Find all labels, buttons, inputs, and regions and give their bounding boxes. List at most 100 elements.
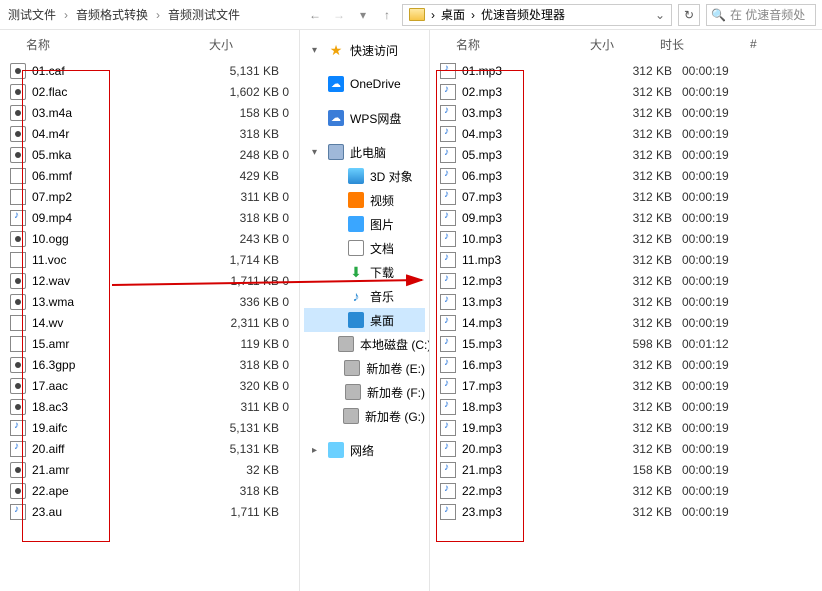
- address-input[interactable]: › 桌面 › 优速音频处理器 ⌄: [402, 4, 672, 26]
- file-row[interactable]: 16.3gpp 318 KB 0: [10, 354, 289, 375]
- file-icon: [10, 252, 26, 268]
- tree-item-下载[interactable]: ⬇ 下载: [304, 260, 425, 284]
- tree-item-新加卷 (G:)[interactable]: 新加卷 (G:): [304, 404, 425, 428]
- file-row[interactable]: 23.au 1,711 KB: [10, 501, 289, 522]
- file-row[interactable]: 11.mp3 312 KB 00:00:19: [440, 249, 812, 270]
- file-row[interactable]: 20.aiff 5,131 KB: [10, 438, 289, 459]
- refresh-button[interactable]: ↻: [678, 4, 700, 26]
- file-row[interactable]: 04.mp3 312 KB 00:00:19: [440, 123, 812, 144]
- tree-item-图片[interactable]: 图片: [304, 212, 425, 236]
- col-size[interactable]: 大小: [590, 36, 660, 53]
- tree-item-文档[interactable]: 文档: [304, 236, 425, 260]
- forward-button[interactable]: →: [330, 6, 348, 24]
- file-extra: 0: [279, 211, 289, 225]
- file-row[interactable]: 14.mp3 312 KB 00:00:19: [440, 312, 812, 333]
- file-row[interactable]: 17.aac 320 KB 0: [10, 375, 289, 396]
- file-name: 20.mp3: [462, 442, 592, 456]
- file-row[interactable]: 03.m4a 158 KB 0: [10, 102, 289, 123]
- addr-part[interactable]: 桌面: [441, 6, 465, 23]
- crumb-item[interactable]: 测试文件: [8, 6, 56, 23]
- tree-item-此电脑[interactable]: ▾ 此电脑: [304, 140, 425, 164]
- file-size: 243 KB: [199, 232, 279, 246]
- file-row[interactable]: 19.aifc 5,131 KB: [10, 417, 289, 438]
- file-row[interactable]: 21.mp3 158 KB 00:00:19: [440, 459, 812, 480]
- file-row[interactable]: 15.amr 119 KB 0: [10, 333, 289, 354]
- mp3-icon: [440, 84, 456, 100]
- file-row[interactable]: 02.mp3 312 KB 00:00:19: [440, 81, 812, 102]
- expand-icon[interactable]: ▸: [312, 445, 322, 456]
- up-button[interactable]: ↑: [378, 6, 396, 24]
- file-row[interactable]: 12.wav 1,711 KB 0: [10, 270, 289, 291]
- file-row[interactable]: 01.caf 5,131 KB: [10, 60, 289, 81]
- expand-icon[interactable]: ▾: [312, 45, 322, 56]
- back-button[interactable]: ←: [306, 6, 324, 24]
- file-row[interactable]: 16.mp3 312 KB 00:00:19: [440, 354, 812, 375]
- file-row[interactable]: 05.mka 248 KB 0: [10, 144, 289, 165]
- file-extra: 0: [279, 85, 289, 99]
- tree-item-音乐[interactable]: ♪ 音乐: [304, 284, 425, 308]
- mp3-icon: [440, 357, 456, 373]
- file-row[interactable]: 23.mp3 312 KB 00:00:19: [440, 501, 812, 522]
- file-row[interactable]: 07.mp3 312 KB 00:00:19: [440, 186, 812, 207]
- file-row[interactable]: 18.mp3 312 KB 00:00:19: [440, 396, 812, 417]
- file-row[interactable]: 06.mmf 429 KB: [10, 165, 289, 186]
- tree-item-快速访问[interactable]: ▾ ★ 快速访问: [304, 38, 425, 62]
- tree-label: 3D 对象: [370, 168, 413, 185]
- file-row[interactable]: 03.mp3 312 KB 00:00:19: [440, 102, 812, 123]
- file-row[interactable]: 13.wma 336 KB 0: [10, 291, 289, 312]
- file-row[interactable]: 11.voc 1,714 KB: [10, 249, 289, 270]
- file-row[interactable]: 04.m4r 318 KB: [10, 123, 289, 144]
- file-row[interactable]: 19.mp3 312 KB 00:00:19: [440, 417, 812, 438]
- file-row[interactable]: 15.mp3 598 KB 00:01:12: [440, 333, 812, 354]
- file-name: 11.voc: [32, 253, 199, 267]
- expand-icon[interactable]: ▾: [312, 147, 322, 158]
- search-icon: 🔍: [711, 8, 726, 22]
- file-row[interactable]: 07.mp2 311 KB 0: [10, 186, 289, 207]
- addr-dropdown[interactable]: ⌄: [655, 8, 665, 22]
- tree-item-网络[interactable]: ▸ 网络: [304, 438, 425, 462]
- file-row[interactable]: 10.ogg 243 KB 0: [10, 228, 289, 249]
- star-icon: ★: [328, 42, 344, 58]
- file-row[interactable]: 01.mp3 312 KB 00:00:19: [440, 60, 812, 81]
- file-name: 19.mp3: [462, 421, 592, 435]
- mp3-icon: [440, 147, 456, 163]
- col-size[interactable]: 大小: [209, 36, 289, 53]
- mp3-icon: [440, 336, 456, 352]
- file-row[interactable]: 02.flac 1,602 KB 0: [10, 81, 289, 102]
- addr-part[interactable]: 优速音频处理器: [481, 6, 565, 23]
- file-row[interactable]: 17.mp3 312 KB 00:00:19: [440, 375, 812, 396]
- tree-item-WPS网盘[interactable]: ☁ WPS网盘: [304, 106, 425, 130]
- tree-item-新加卷 (E:)[interactable]: 新加卷 (E:): [304, 356, 425, 380]
- file-name: 19.aifc: [32, 421, 199, 435]
- mp3-icon: [440, 504, 456, 520]
- file-row[interactable]: 09.mp3 312 KB 00:00:19: [440, 207, 812, 228]
- col-name[interactable]: 名称: [10, 36, 209, 53]
- file-row[interactable]: 18.ac3 311 KB 0: [10, 396, 289, 417]
- file-row[interactable]: 09.mp4 318 KB 0: [10, 207, 289, 228]
- file-row[interactable]: 22.ape 318 KB: [10, 480, 289, 501]
- file-extra: 0: [279, 295, 289, 309]
- file-row[interactable]: 12.mp3 312 KB 00:00:19: [440, 270, 812, 291]
- tree-item-视频[interactable]: 视频: [304, 188, 425, 212]
- tree-item-3D 对象[interactable]: 3D 对象: [304, 164, 425, 188]
- file-row[interactable]: 22.mp3 312 KB 00:00:19: [440, 480, 812, 501]
- crumb-item[interactable]: 音频测试文件: [168, 6, 240, 23]
- tree-item-桌面[interactable]: 桌面: [304, 308, 425, 332]
- file-row[interactable]: 14.wv 2,311 KB 0: [10, 312, 289, 333]
- file-row[interactable]: 06.mp3 312 KB 00:00:19: [440, 165, 812, 186]
- col-num[interactable]: #: [750, 37, 770, 51]
- tree-item-本地磁盘 (C:)[interactable]: 本地磁盘 (C:): [304, 332, 425, 356]
- col-name[interactable]: 名称: [440, 36, 590, 53]
- search-input[interactable]: 🔍 在 优速音频处: [706, 4, 816, 26]
- tree-item-OneDrive[interactable]: ☁ OneDrive: [304, 72, 425, 96]
- history-button[interactable]: ▾: [354, 6, 372, 24]
- file-row[interactable]: 21.amr 32 KB: [10, 459, 289, 480]
- tree-item-新加卷 (F:)[interactable]: 新加卷 (F:): [304, 380, 425, 404]
- crumb-item[interactable]: 音频格式转换: [76, 6, 148, 23]
- file-row[interactable]: 20.mp3 312 KB 00:00:19: [440, 438, 812, 459]
- col-duration[interactable]: 时长: [660, 36, 750, 53]
- file-row[interactable]: 13.mp3 312 KB 00:00:19: [440, 291, 812, 312]
- file-row[interactable]: 05.mp3 312 KB 00:00:19: [440, 144, 812, 165]
- file-size: 312 KB: [592, 442, 672, 456]
- file-row[interactable]: 10.mp3 312 KB 00:00:19: [440, 228, 812, 249]
